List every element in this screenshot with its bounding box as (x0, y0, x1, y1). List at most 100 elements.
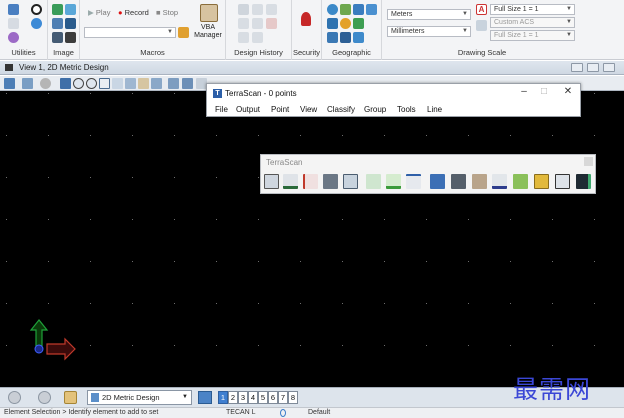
view-button-7[interactable]: 7 (278, 391, 288, 404)
key-in-icon[interactable] (8, 4, 19, 15)
copy-view-icon[interactable] (182, 78, 193, 89)
update-view-icon[interactable] (60, 78, 71, 89)
view-button-5[interactable]: 5 (258, 391, 268, 404)
geo-globe-icon[interactable] (327, 4, 338, 15)
view-menu-icon[interactable] (5, 64, 13, 71)
scale-select-1[interactable]: Full Size 1 = 1 ▼ (490, 4, 575, 15)
menu-output[interactable]: Output (236, 105, 260, 114)
image-capture-icon[interactable] (52, 4, 63, 15)
view-minimize-button[interactable] (571, 63, 583, 72)
history-browse-icon[interactable] (252, 18, 263, 29)
geo-kml-icon[interactable] (353, 32, 364, 43)
history-redo-icon[interactable] (266, 4, 277, 15)
vba-manager-button[interactable]: VBA Manager (192, 24, 224, 40)
history-restore-icon[interactable] (238, 32, 249, 43)
ts-tool-6-icon[interactable] (366, 174, 381, 189)
geo-sync-icon[interactable] (353, 4, 364, 15)
ts-tool-2-icon[interactable] (283, 174, 298, 189)
sun-icon[interactable] (40, 78, 51, 89)
image-save-icon[interactable] (52, 18, 63, 29)
view-button-3[interactable]: 3 (238, 391, 248, 404)
acs-select[interactable]: Custom ACS ▼ (490, 17, 575, 28)
terrascan-maximize-button[interactable]: □ (537, 86, 551, 97)
menu-line[interactable]: Line (427, 105, 442, 114)
history-commit-icon[interactable] (238, 4, 249, 15)
model-select[interactable]: 2D Metric Design ▼ (87, 390, 192, 405)
ts-tool-15-icon[interactable] (555, 174, 570, 189)
ts-tool-9-icon[interactable] (430, 174, 445, 189)
ts-tool-11-icon[interactable] (472, 174, 487, 189)
ts-tool-16-icon[interactable] (576, 174, 591, 189)
geo-place-icon[interactable] (353, 18, 364, 29)
menu-classify[interactable]: Classify (327, 105, 355, 114)
security-lock-icon[interactable] (301, 12, 311, 26)
view-button-8[interactable]: 8 (288, 391, 298, 404)
scale-select-2[interactable]: Full Size 1 = 1 ▼ (490, 30, 575, 41)
history-tag-icon[interactable] (252, 32, 263, 43)
menu-group[interactable]: Group (364, 105, 386, 114)
view-attributes-icon[interactable] (4, 78, 15, 89)
text-style-icon[interactable]: A (476, 4, 487, 15)
ts-tool-12-icon[interactable] (492, 174, 507, 189)
annotation-scale-icon[interactable] (476, 20, 487, 31)
ts-tool-8-icon[interactable] (406, 174, 421, 189)
menu-view[interactable]: View (300, 105, 317, 114)
status-pin-icon[interactable] (280, 409, 286, 417)
geo-export-icon[interactable] (366, 4, 377, 15)
terrascan-close-button[interactable]: ✕ (561, 86, 575, 97)
history-undo-icon[interactable] (252, 4, 263, 15)
display-style-icon[interactable] (22, 78, 33, 89)
geo-earth-icon[interactable] (340, 18, 351, 29)
ts-tool-4-icon[interactable] (323, 174, 338, 189)
rotate-view-icon[interactable] (125, 78, 136, 89)
geo-coords-icon[interactable] (327, 18, 338, 29)
pin-icon[interactable] (31, 18, 42, 29)
image-disk-icon[interactable] (52, 32, 63, 43)
view-button-2[interactable]: 2 (228, 391, 238, 404)
pencil-icon[interactable] (178, 27, 189, 38)
geo-layer-icon[interactable] (340, 32, 351, 43)
menu-tools[interactable]: Tools (397, 105, 416, 114)
view-close-button[interactable] (603, 63, 615, 72)
image-view-icon[interactable] (65, 4, 76, 15)
menu-file[interactable]: File (215, 105, 228, 114)
document-icon[interactable] (8, 18, 19, 29)
window-area-icon[interactable] (99, 78, 110, 89)
units-primary-select[interactable]: Meters ▼ (387, 9, 471, 20)
ts-tool-14-icon[interactable] (534, 174, 549, 189)
terrascan-minimize-button[interactable]: – (517, 86, 531, 97)
status-level[interactable]: TECAN L (226, 409, 256, 416)
ts-tool-1-icon[interactable] (264, 174, 279, 189)
view-button-1[interactable]: 1 (218, 391, 228, 404)
pan-view-icon[interactable] (138, 78, 149, 89)
units-secondary-select[interactable]: Millimeters ▼ (387, 26, 471, 37)
view-next-icon[interactable] (168, 78, 179, 89)
view-button-6[interactable]: 6 (268, 391, 278, 404)
view-previous-icon[interactable] (151, 78, 162, 89)
play-button[interactable]: ▶ Play (88, 8, 110, 17)
view-groups-icon[interactable] (198, 391, 212, 404)
zoom-out-icon[interactable] (86, 78, 97, 89)
stop-button[interactable]: ■ Stop (156, 8, 178, 17)
macro-select[interactable]: ▼ (84, 27, 176, 38)
fit-view-icon[interactable] (112, 78, 123, 89)
ts-tool-3-icon[interactable] (303, 174, 318, 189)
menu-point[interactable]: Point (271, 105, 289, 114)
folder-icon[interactable] (64, 391, 77, 404)
ts-tool-5-icon[interactable] (343, 174, 358, 189)
settings-icon[interactable] (8, 32, 19, 43)
view-restore-button[interactable] (587, 63, 599, 72)
terrascan-toolbar-close-button[interactable] (584, 157, 593, 166)
geo-map-icon[interactable] (340, 4, 351, 15)
history-show-icon[interactable] (238, 18, 249, 29)
back-button[interactable] (8, 391, 21, 404)
cancel-icon[interactable] (31, 4, 42, 15)
forward-button[interactable] (38, 391, 51, 404)
record-button[interactable]: ● Record (118, 8, 149, 17)
image-film-icon[interactable] (65, 32, 76, 43)
drawing-canvas[interactable] (0, 91, 624, 387)
image-movie-icon[interactable] (65, 18, 76, 29)
geo-pin-icon[interactable] (327, 32, 338, 43)
zoom-in-icon[interactable] (73, 78, 84, 89)
history-delete-icon[interactable] (266, 18, 277, 29)
